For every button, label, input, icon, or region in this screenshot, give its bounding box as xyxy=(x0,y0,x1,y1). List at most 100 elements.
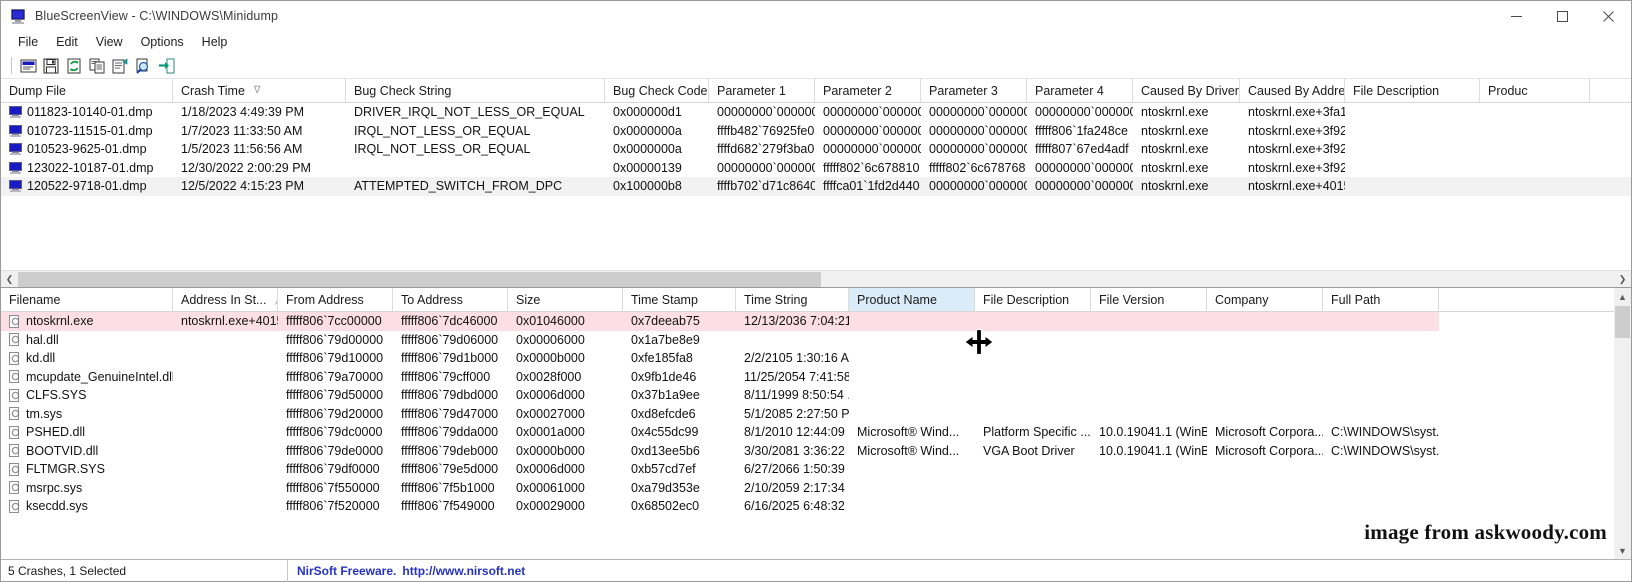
properties-button[interactable] xyxy=(17,55,39,77)
hscroll-track[interactable] xyxy=(18,271,1614,287)
driver-list-vscrollbar[interactable]: ▲ ▼ xyxy=(1614,288,1631,559)
crash-list-header-cell[interactable]: Bug Check Code xyxy=(605,79,709,102)
crash-list-cell: 010723-11515-01.dmp xyxy=(1,124,173,138)
maximize-button[interactable] xyxy=(1539,1,1585,31)
driver-list-row[interactable]: mcupdate_GenuineIntel.dll fffff806`79a700… xyxy=(1,368,1631,387)
crash-list-header-label: Parameter 2 xyxy=(823,83,892,98)
close-button[interactable] xyxy=(1585,1,1631,31)
crash-list-header-cell[interactable]: Crash Time ∇ xyxy=(173,79,346,102)
driver-list-row[interactable]: PSHED.dll fffff806`79dc0000 fffff806`79dda… xyxy=(1,423,1631,442)
driver-list-header-label: To Address xyxy=(401,292,463,307)
crash-list-cell: fffff802`6c678768 xyxy=(929,160,1026,175)
driver-list-row[interactable]: hal.dll fffff806`79d00000 fffff806`79d0600… xyxy=(1,331,1631,350)
chevron-down-icon[interactable]: ▼ xyxy=(1614,542,1631,559)
nirsoft-url[interactable]: http://www.nirsoft.net xyxy=(402,564,525,578)
driver-list-header-cell[interactable]: Time String xyxy=(736,288,849,311)
crash-list-cell: ntoskrnl.exe+3fa1d0 xyxy=(1248,105,1345,120)
crash-list-header-cell[interactable]: Caused By Driver xyxy=(1133,79,1240,102)
driver-list-header-cell[interactable]: Filename xyxy=(1,288,173,311)
driver-list-header-cell[interactable]: To Address xyxy=(393,288,508,311)
crash-list-header-cell[interactable]: Parameter 3 xyxy=(921,79,1027,102)
driver-list-row[interactable]: ntoskrnl.exe ntoskrnl.exe+401506 fffff806`… xyxy=(1,312,1631,331)
driver-list-header-cell[interactable]: Product Name xyxy=(849,288,975,311)
driver-list-row[interactable]: CLFS.SYS fffff806`79d50000 fffff806`79dbd0… xyxy=(1,386,1631,405)
menu-item-options[interactable]: Options xyxy=(132,34,193,50)
driver-list-cell: BOOTVID.dll xyxy=(1,444,173,458)
dump-file-icon xyxy=(9,124,22,137)
driver-list-header-cell[interactable]: From Address xyxy=(278,288,393,311)
crash-list-row[interactable]: 010523-9625-01.dmp 1/5/2023 11:56:56 AM IR… xyxy=(1,140,1631,159)
chevron-left-icon[interactable]: ❮ xyxy=(1,271,18,288)
driver-list-row[interactable]: tm.sys fffff806`79d20000 fffff806`79d47000… xyxy=(1,405,1631,424)
driver-list-cell: FLTMGR.SYS xyxy=(1,462,173,476)
driver-list-cell: Microsoft® Wind... xyxy=(857,425,960,440)
chevron-up-icon[interactable]: ▲ xyxy=(1614,288,1631,305)
driver-list-cell-text: BOOTVID.dll xyxy=(26,443,99,458)
crash-list-hscrollbar[interactable]: ❮ ❯ xyxy=(1,270,1631,287)
driver-list-cell: Microsoft Corpora... xyxy=(1215,443,1323,458)
crash-list-row[interactable]: 010723-11515-01.dmp 1/7/2023 11:33:50 AM I… xyxy=(1,122,1631,141)
crash-list-header-cell[interactable]: Parameter 4 xyxy=(1027,79,1133,102)
crash-list-header-cell[interactable]: Parameter 1 xyxy=(709,79,815,102)
driver-list-cell: 0x0006d000 xyxy=(516,462,585,477)
driver-list-cell: fffff806`79dbd000 xyxy=(401,388,499,403)
crash-list-cell: fffff806`1fa248ce xyxy=(1035,123,1128,138)
crash-list-header-cell[interactable]: Parameter 2 xyxy=(815,79,921,102)
menu-item-help[interactable]: Help xyxy=(193,34,237,50)
copy-button[interactable] xyxy=(86,55,108,77)
driver-list-header-cell[interactable]: Address In St...╱ xyxy=(173,288,278,311)
driver-list-cell-text: msrpc.sys xyxy=(26,480,83,495)
menu-item-edit[interactable]: Edit xyxy=(47,34,87,50)
crash-list-row[interactable]: 123022-10187-01.dmp 12/30/2022 2:00:29 PM… xyxy=(1,159,1631,178)
driver-list-header-label: From Address xyxy=(286,292,364,307)
menu-item-view[interactable]: View xyxy=(87,34,132,50)
crash-list-cell-text: 123022-10187-01.dmp xyxy=(27,160,154,175)
driver-list-cell: 0x00027000 xyxy=(516,406,585,421)
driver-list-cell: 0x4c55dc99 xyxy=(631,425,699,440)
minimize-button[interactable] xyxy=(1493,1,1539,31)
menu-item-file[interactable]: File xyxy=(9,34,47,50)
exit-button[interactable] xyxy=(155,55,177,77)
driver-list-header-label: Address In St... xyxy=(181,292,267,307)
crash-list-header-cell[interactable]: File Description xyxy=(1345,79,1480,102)
crash-list-cell: 00000000`000000... xyxy=(929,142,1027,157)
crash-list-cell-text: 010523-9625-01.dmp xyxy=(27,142,147,157)
driver-list-header-cell[interactable]: Time Stamp xyxy=(623,288,736,311)
save-button[interactable] xyxy=(40,55,62,77)
driver-list-cell: PSHED.dll xyxy=(1,425,173,439)
driver-list-row[interactable]: msrpc.sys fffff806`7f550000 fffff806`7f5b1… xyxy=(1,479,1631,498)
vscroll-thumb[interactable] xyxy=(1615,306,1630,338)
refresh-button[interactable] xyxy=(63,55,85,77)
driver-list-cell: 11/25/2054 7:41:58... xyxy=(744,369,849,384)
driver-list-cell-text: FLTMGR.SYS xyxy=(26,462,105,477)
crash-list-header-label: Parameter 1 xyxy=(717,83,786,98)
driver-list-row[interactable]: kd.dll fffff806`79d10000 fffff806`79d1b000… xyxy=(1,349,1631,368)
chevron-right-icon[interactable]: ❯ xyxy=(1614,271,1631,287)
crash-list-row[interactable]: 120522-9718-01.dmp 12/5/2022 4:15:23 PM AT… xyxy=(1,177,1631,196)
driver-list-row[interactable]: FLTMGR.SYS fffff806`79df0000 fffff806`79e5… xyxy=(1,460,1631,479)
crash-list-header-cell[interactable]: Produc xyxy=(1480,79,1590,102)
hscroll-thumb[interactable] xyxy=(18,272,821,287)
driver-list-cell: 0x1a7be8e9 xyxy=(631,332,700,347)
driver-list-cell: fffff806`79d47000 xyxy=(401,406,499,421)
driver-list-header-cell[interactable]: Company xyxy=(1207,288,1323,311)
nirsoft-link[interactable]: NirSoft Freeware. http://www.nirsoft.net xyxy=(288,564,525,578)
find-button[interactable] xyxy=(132,55,154,77)
driver-list-cell-text: mcupdate_GenuineIntel.dll xyxy=(26,369,173,384)
driver-list-row[interactable]: ksecdd.sys fffff806`7f520000 fffff806`7f54… xyxy=(1,497,1631,516)
driver-list-cell-text: PSHED.dll xyxy=(26,425,86,440)
crash-list-cell: 1/7/2023 11:33:50 AM xyxy=(181,123,303,138)
crash-list-header-cell[interactable]: Dump File xyxy=(1,79,173,102)
crash-list-header-cell[interactable]: Caused By Address xyxy=(1240,79,1345,102)
html-report-button[interactable] xyxy=(109,55,131,77)
crash-list-header-label: Bug Check String xyxy=(354,83,452,98)
driver-list-cell: 6/16/2025 6:48:32 ... xyxy=(744,499,849,514)
driver-list-cell: Platform Specific ... xyxy=(983,425,1091,440)
driver-list-header-cell[interactable]: File Description xyxy=(975,288,1091,311)
driver-list-header-cell[interactable]: File Version xyxy=(1091,288,1207,311)
driver-list-header-cell[interactable]: Full Path xyxy=(1323,288,1439,311)
driver-list-header-cell[interactable]: Size xyxy=(508,288,623,311)
crash-list-header-cell[interactable]: Bug Check String xyxy=(346,79,605,102)
driver-list-row[interactable]: BOOTVID.dll fffff806`79de0000 fffff806`79d… xyxy=(1,442,1631,461)
crash-list-row[interactable]: 011823-10140-01.dmp 1/18/2023 4:49:39 PM D… xyxy=(1,103,1631,122)
